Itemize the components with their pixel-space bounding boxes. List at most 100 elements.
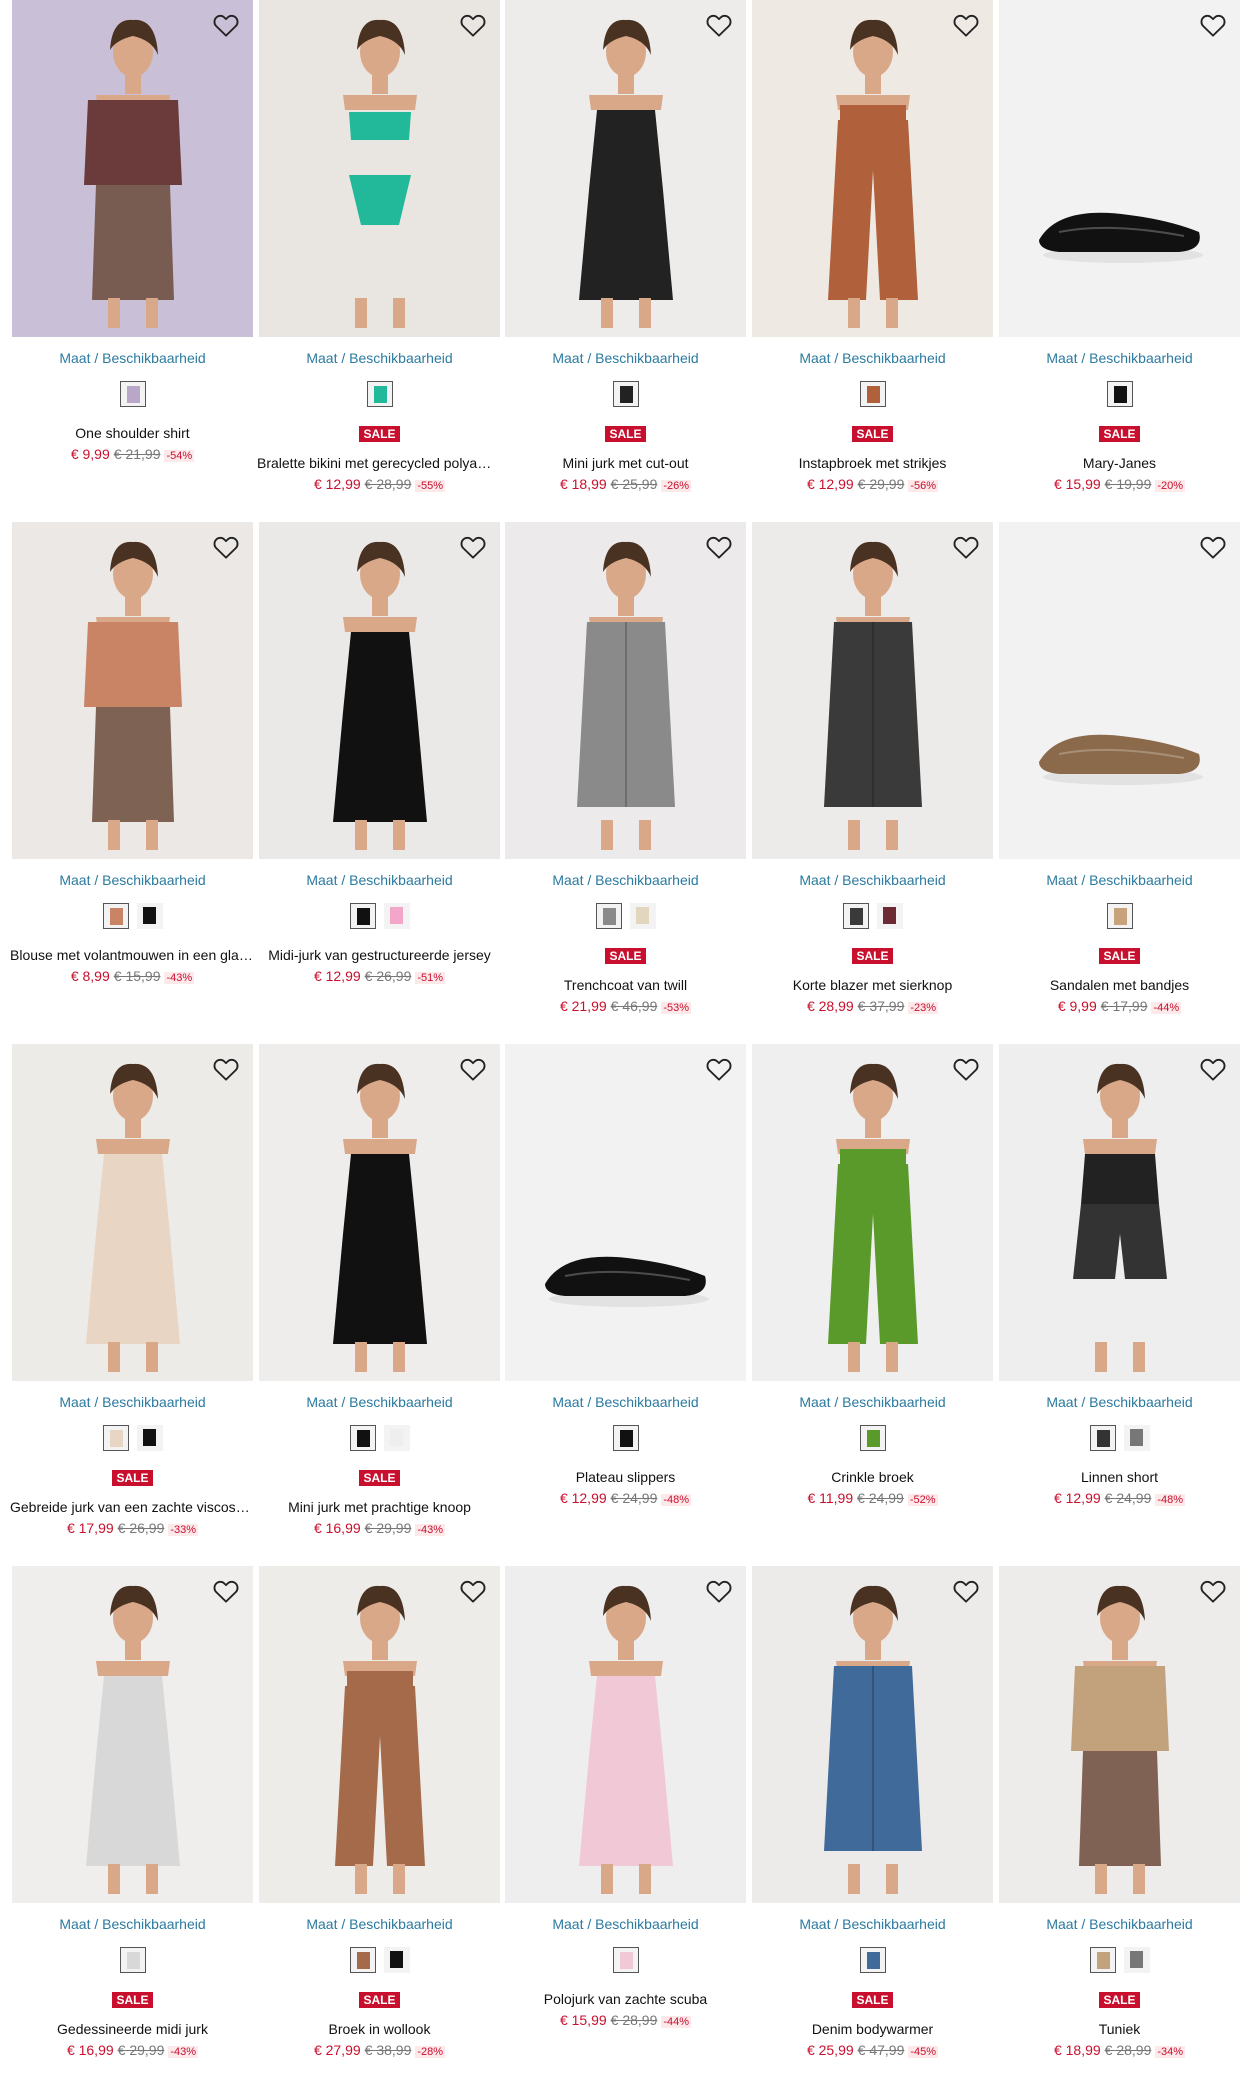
color-swatch[interactable] — [349, 1425, 376, 1451]
product-card[interactable]: Maat / Beschikbaarheid Polojurk van zach… — [505, 1566, 746, 2066]
product-image[interactable] — [505, 1566, 746, 1903]
color-swatch[interactable] — [1089, 1947, 1116, 1973]
product-title[interactable]: Trenchcoat van twill — [503, 977, 748, 993]
color-swatch[interactable] — [629, 903, 656, 929]
wishlist-heart-icon[interactable] — [951, 1054, 981, 1084]
size-availability-link[interactable]: Maat / Beschikbaarheid — [259, 1916, 500, 1932]
product-title[interactable]: Mini jurk met cut-out — [503, 455, 748, 471]
size-availability-link[interactable]: Maat / Beschikbaarheid — [505, 1394, 746, 1410]
color-swatch[interactable] — [859, 1947, 886, 1973]
product-title[interactable]: Broek in wollook — [257, 2021, 502, 2037]
color-swatch[interactable] — [595, 903, 622, 929]
product-card[interactable]: Maat / Beschikbaarheid SALE Mini jurk me… — [259, 1044, 500, 1544]
wishlist-heart-icon[interactable] — [1198, 532, 1228, 562]
color-swatch[interactable] — [119, 381, 146, 407]
product-image[interactable] — [999, 1044, 1240, 1381]
product-image[interactable] — [752, 1044, 993, 1381]
wishlist-heart-icon[interactable] — [211, 10, 241, 40]
product-title[interactable]: Bralette bikini met gerecycled polyamide — [257, 455, 502, 471]
product-title[interactable]: Sandalen met bandjes — [997, 977, 1242, 993]
size-availability-link[interactable]: Maat / Beschikbaarheid — [999, 872, 1240, 888]
wishlist-heart-icon[interactable] — [951, 10, 981, 40]
product-image[interactable] — [259, 0, 500, 337]
color-swatch[interactable] — [119, 1947, 146, 1973]
product-card[interactable]: Maat / Beschikbaarheid SALE Gebreide jur… — [10, 1044, 255, 1544]
wishlist-heart-icon[interactable] — [458, 1054, 488, 1084]
color-swatch[interactable] — [876, 903, 903, 929]
size-availability-link[interactable]: Maat / Beschikbaarheid — [752, 1916, 993, 1932]
size-availability-link[interactable]: Maat / Beschikbaarheid — [752, 1394, 993, 1410]
wishlist-heart-icon[interactable] — [458, 1576, 488, 1606]
product-image[interactable] — [505, 0, 746, 337]
product-card[interactable]: Maat / Beschikbaarheid SALE Sandalen met… — [999, 522, 1240, 1022]
product-title[interactable]: Mary-Janes — [997, 455, 1242, 471]
color-swatch[interactable] — [1106, 381, 1133, 407]
size-availability-link[interactable]: Maat / Beschikbaarheid — [999, 1916, 1240, 1932]
wishlist-heart-icon[interactable] — [704, 1054, 734, 1084]
color-swatch[interactable] — [1123, 1947, 1150, 1973]
size-availability-link[interactable]: Maat / Beschikbaarheid — [752, 872, 993, 888]
color-swatch[interactable] — [612, 1947, 639, 1973]
product-image[interactable] — [752, 1566, 993, 1903]
color-swatch[interactable] — [612, 381, 639, 407]
size-availability-link[interactable]: Maat / Beschikbaarheid — [259, 350, 500, 366]
product-image[interactable] — [12, 522, 253, 859]
size-availability-link[interactable]: Maat / Beschikbaarheid — [259, 1394, 500, 1410]
color-swatch[interactable] — [842, 903, 869, 929]
size-availability-link[interactable]: Maat / Beschikbaarheid — [505, 350, 746, 366]
product-card[interactable]: Maat / Beschikbaarheid Midi-jurk van ges… — [259, 522, 500, 1022]
product-card[interactable]: Maat / Beschikbaarheid SALE Trenchcoat v… — [505, 522, 746, 1022]
product-image[interactable] — [259, 1566, 500, 1903]
wishlist-heart-icon[interactable] — [1198, 1576, 1228, 1606]
wishlist-heart-icon[interactable] — [1198, 1054, 1228, 1084]
size-availability-link[interactable]: Maat / Beschikbaarheid — [12, 872, 253, 888]
product-card[interactable]: Maat / Beschikbaarheid SALE Mary-Janes €… — [999, 0, 1240, 500]
color-swatch[interactable] — [136, 903, 163, 929]
product-image[interactable] — [505, 522, 746, 859]
product-title[interactable]: Korte blazer met sierknop — [750, 977, 995, 993]
wishlist-heart-icon[interactable] — [951, 1576, 981, 1606]
product-card[interactable]: Maat / Beschikbaarheid Blouse met volant… — [10, 522, 255, 1022]
product-image[interactable] — [999, 1566, 1240, 1903]
color-swatch[interactable] — [366, 381, 393, 407]
product-image[interactable] — [12, 1044, 253, 1381]
color-swatch[interactable] — [859, 1425, 886, 1451]
color-swatch[interactable] — [349, 1947, 376, 1973]
product-card[interactable]: Maat / Beschikbaarheid One shoulder shir… — [12, 0, 253, 500]
wishlist-heart-icon[interactable] — [211, 532, 241, 562]
wishlist-heart-icon[interactable] — [458, 10, 488, 40]
product-card[interactable]: Maat / Beschikbaarheid SALE Broek in wol… — [259, 1566, 500, 2066]
product-title[interactable]: One shoulder shirt — [10, 425, 255, 441]
product-card[interactable]: Maat / Beschikbaarheid SALE Denim bodywa… — [752, 1566, 993, 2066]
size-availability-link[interactable]: Maat / Beschikbaarheid — [752, 350, 993, 366]
color-swatch[interactable] — [1123, 1425, 1150, 1451]
color-swatch[interactable] — [102, 903, 129, 929]
product-title[interactable]: Blouse met volantmouwen in een glanzende… — [10, 947, 255, 963]
size-availability-link[interactable]: Maat / Beschikbaarheid — [999, 350, 1240, 366]
product-card[interactable]: Maat / Beschikbaarheid SALE Bralette bik… — [257, 0, 502, 500]
size-availability-link[interactable]: Maat / Beschikbaarheid — [505, 872, 746, 888]
product-card[interactable]: Maat / Beschikbaarheid SALE Gedessineerd… — [12, 1566, 253, 2066]
product-image[interactable] — [259, 1044, 500, 1381]
size-availability-link[interactable]: Maat / Beschikbaarheid — [12, 1916, 253, 1932]
wishlist-heart-icon[interactable] — [704, 10, 734, 40]
product-title[interactable]: Crinkle broek — [750, 1469, 995, 1485]
product-image[interactable] — [12, 1566, 253, 1903]
size-availability-link[interactable]: Maat / Beschikbaarheid — [999, 1394, 1240, 1410]
product-image[interactable] — [752, 522, 993, 859]
product-title[interactable]: Mini jurk met prachtige knoop — [257, 1499, 502, 1515]
color-swatch[interactable] — [1089, 1425, 1116, 1451]
product-image[interactable] — [999, 522, 1240, 859]
size-availability-link[interactable]: Maat / Beschikbaarheid — [259, 872, 500, 888]
product-card[interactable]: Maat / Beschikbaarheid SALE Korte blazer… — [752, 522, 993, 1022]
product-card[interactable]: Maat / Beschikbaarheid Crinkle broek € 1… — [752, 1044, 993, 1544]
color-swatch[interactable] — [102, 1425, 129, 1451]
color-swatch[interactable] — [383, 903, 410, 929]
product-image[interactable] — [999, 0, 1240, 337]
color-swatch[interactable] — [383, 1947, 410, 1973]
product-card[interactable]: Maat / Beschikbaarheid Linnen short € 12… — [999, 1044, 1240, 1544]
wishlist-heart-icon[interactable] — [458, 532, 488, 562]
product-card[interactable]: Maat / Beschikbaarheid SALE Tuniek € 18,… — [999, 1566, 1240, 2066]
color-swatch[interactable] — [612, 1425, 639, 1451]
wishlist-heart-icon[interactable] — [1198, 10, 1228, 40]
